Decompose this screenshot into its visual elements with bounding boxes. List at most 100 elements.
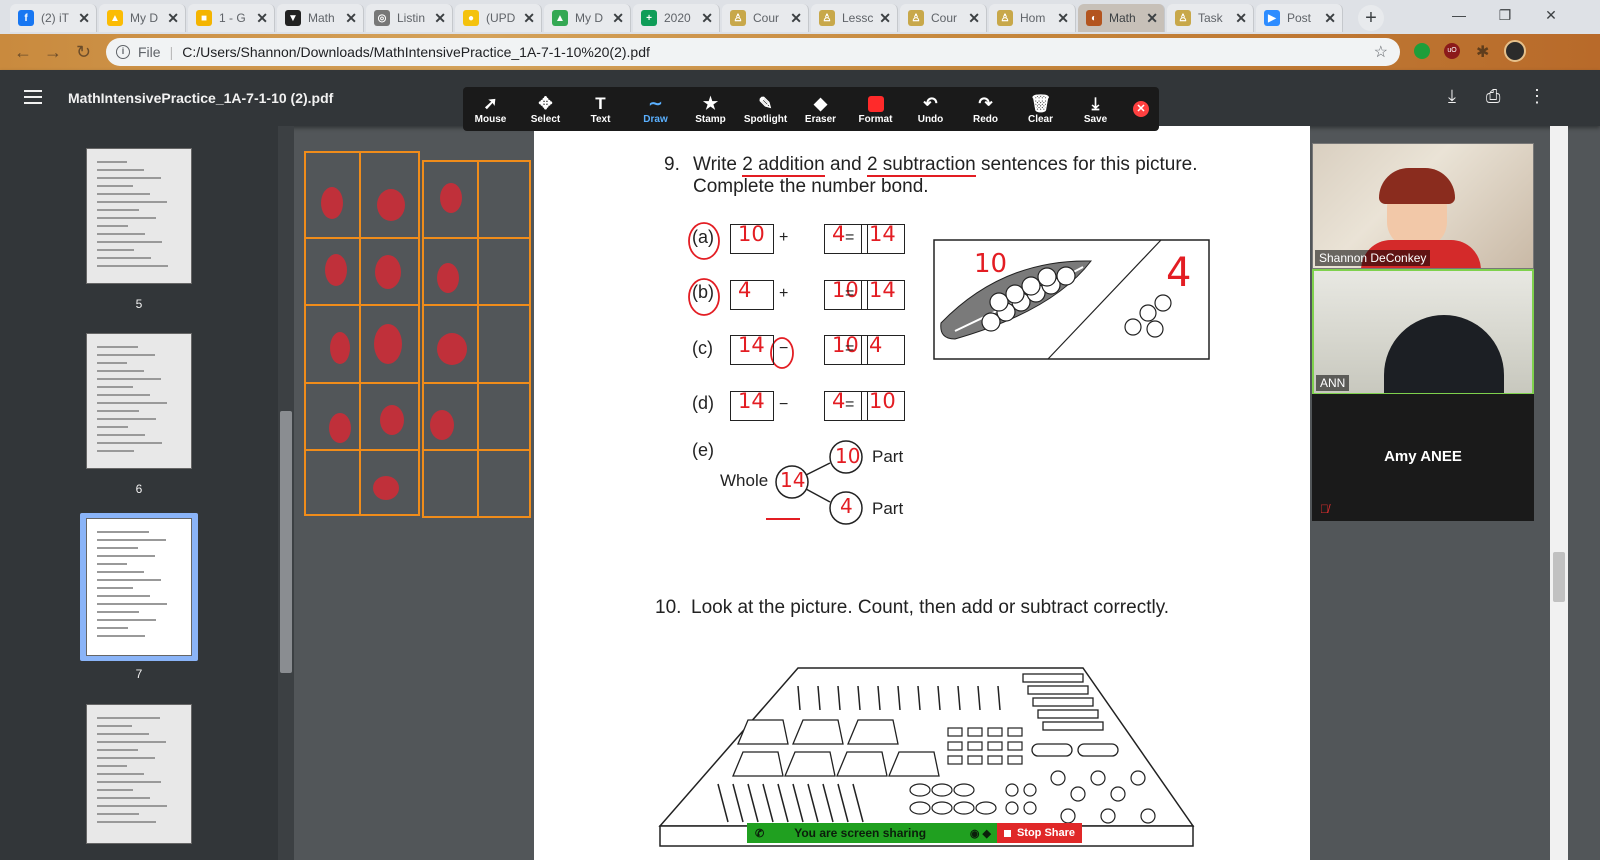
page-scroll-thumb[interactable] xyxy=(1553,552,1565,602)
tab[interactable]: ● (UPD ✕ xyxy=(455,4,542,32)
restore-button[interactable]: ❐ xyxy=(1482,0,1528,30)
tab[interactable]: ▼ Math ✕ xyxy=(277,4,364,32)
tab[interactable]: ▶ Post ✕ xyxy=(1256,4,1343,32)
tool-text[interactable]: T Text xyxy=(573,87,628,131)
question-9-number: 9. xyxy=(664,154,680,175)
sharing-status-text: You are screen sharing xyxy=(794,826,927,840)
tool-undo[interactable]: ↶ Undo xyxy=(903,87,958,131)
download-icon[interactable]: ⤓ xyxy=(1448,86,1456,107)
close-tab-icon[interactable]: ✕ xyxy=(1057,10,1069,27)
thumbnail-text-line xyxy=(97,209,139,211)
tool-format[interactable]: Format xyxy=(848,87,903,131)
close-tab-icon[interactable]: ✕ xyxy=(1146,10,1158,27)
school-icon: ♙ xyxy=(997,10,1013,26)
close-tab-icon[interactable]: ✕ xyxy=(167,10,179,27)
info-icon[interactable]: i xyxy=(116,45,130,59)
tool-select[interactable]: ✥ Select xyxy=(518,87,573,131)
draw-icon: ∼ xyxy=(648,93,663,113)
forward-icon[interactable]: → xyxy=(44,42,62,63)
tab[interactable]: ♙ Cour ✕ xyxy=(722,4,809,32)
reload-icon[interactable]: ↻ xyxy=(76,42,91,63)
thumbnail-text-line xyxy=(97,185,133,187)
tab-title: Math xyxy=(308,11,335,25)
tab[interactable]: ♙ Cour ✕ xyxy=(900,4,987,32)
print-icon[interactable]: ⎙ xyxy=(1486,86,1500,107)
close-tab-icon[interactable]: ✕ xyxy=(78,10,90,27)
puzzle-icon[interactable]: ✱ xyxy=(1476,42,1489,62)
minimize-button[interactable]: — xyxy=(1436,0,1482,30)
tool-label: Draw xyxy=(643,113,668,125)
page-thumbnail-5[interactable] xyxy=(86,148,192,284)
tab[interactable]: ◐ Math ✕ xyxy=(1078,4,1165,32)
close-tab-icon[interactable]: ✕ xyxy=(523,10,535,27)
thumbnail-text-line xyxy=(97,233,145,235)
close-tab-icon[interactable]: ✕ xyxy=(256,10,268,27)
video-tile-shannon[interactable]: Shannon DeConkey xyxy=(1312,143,1534,269)
thumbnail-text-line xyxy=(97,563,127,565)
tab-title: Cour xyxy=(753,11,780,25)
page-thumbnail-6[interactable] xyxy=(86,333,192,469)
close-window-button[interactable]: ✕ xyxy=(1528,0,1574,30)
tab[interactable]: ▲ My D ✕ xyxy=(544,4,631,32)
bond-whole-label: Whole xyxy=(720,471,769,490)
extension-icon[interactable] xyxy=(1414,43,1430,59)
tool-mouse[interactable]: ➚ Mouse xyxy=(463,87,518,131)
page-thumbnail-8[interactable] xyxy=(86,704,192,844)
tool-save[interactable]: ⤓ Save xyxy=(1068,87,1123,131)
menu-icon[interactable] xyxy=(24,90,42,104)
tool-label: Text xyxy=(590,113,611,125)
tab[interactable]: ♙ Hom ✕ xyxy=(989,4,1076,32)
tab-title: Hom xyxy=(1020,11,1046,25)
thumbnail-text-line xyxy=(97,450,134,452)
tool-draw[interactable]: ∼ Draw xyxy=(628,87,683,131)
tab[interactable]: f (2) iT ✕ xyxy=(10,4,97,32)
back-icon[interactable]: ← xyxy=(14,42,32,63)
sidebar-scroll-thumb[interactable] xyxy=(280,411,292,673)
tool-spotlight[interactable]: ✎ Spotlight xyxy=(738,87,793,131)
thumbnail-text-line xyxy=(97,386,133,388)
star-icon[interactable]: ☆ xyxy=(1374,42,1388,62)
equals-sign: = xyxy=(845,396,855,413)
tool-label: Spotlight xyxy=(743,113,788,125)
tool-clear[interactable]: 🗑 Clear xyxy=(1013,87,1068,131)
address-bar[interactable]: i File | C:/Users/Shannon/Downloads/Math… xyxy=(106,38,1400,66)
video-tile-amy[interactable]: Amy ANEE 🎙̸ xyxy=(1312,394,1534,521)
close-tab-icon[interactable]: ✕ xyxy=(345,10,357,27)
tab[interactable]: ♙ Lessc ✕ xyxy=(811,4,898,32)
url-text[interactable]: C:/Users/Shannon/Downloads/MathIntensive… xyxy=(182,44,650,60)
tab[interactable]: ♙ Task ✕ xyxy=(1167,4,1254,32)
close-tab-icon[interactable]: ✕ xyxy=(701,10,713,27)
close-annotation-icon[interactable]: ✕ xyxy=(1133,101,1149,117)
profile-avatar[interactable] xyxy=(1504,40,1526,62)
stop-share-button[interactable]: Stop Share xyxy=(997,823,1082,843)
close-tab-icon[interactable]: ✕ xyxy=(968,10,980,27)
video-tile-ann[interactable]: ANN xyxy=(1312,269,1534,395)
close-tab-icon[interactable]: ✕ xyxy=(434,10,446,27)
close-tab-icon[interactable]: ✕ xyxy=(1235,10,1247,27)
ublock-icon[interactable]: uO xyxy=(1444,43,1460,59)
page-thumbnail-7[interactable] xyxy=(86,518,192,656)
tool-label: Eraser xyxy=(804,113,837,125)
tab[interactable]: ■ 1 - G ✕ xyxy=(188,4,275,32)
drive-icon: ▲ xyxy=(552,10,568,26)
more-options-icon[interactable]: ⋮ xyxy=(1528,86,1546,107)
security-icon[interactable]: ◉ ◆ xyxy=(970,827,991,840)
close-tab-icon[interactable]: ✕ xyxy=(1324,10,1336,27)
tab-title: Math xyxy=(1109,11,1136,25)
sidebar-scrollbar[interactable] xyxy=(278,126,294,860)
page-scrollbar[interactable] xyxy=(1550,126,1568,860)
format-icon xyxy=(867,94,884,114)
tool-stamp[interactable]: ★ Stamp xyxy=(683,87,738,131)
tab[interactable]: +2020 ✕ xyxy=(633,4,720,32)
close-tab-icon[interactable]: ✕ xyxy=(790,10,802,27)
new-tab-button[interactable]: + xyxy=(1358,5,1384,31)
tool-redo[interactable]: ↷ Redo xyxy=(958,87,1013,131)
bond-part-label: Part xyxy=(872,447,904,466)
close-tab-icon[interactable]: ✕ xyxy=(879,10,891,27)
tab[interactable]: ▲ My D ✕ xyxy=(99,4,186,32)
close-tab-icon[interactable]: ✕ xyxy=(612,10,624,27)
tool-eraser[interactable]: ◆ Eraser xyxy=(793,87,848,131)
tab[interactable]: ◎ Listin ✕ xyxy=(366,4,453,32)
thumbnail-text-line xyxy=(97,627,128,629)
thumbnail-number: 7 xyxy=(135,667,143,681)
